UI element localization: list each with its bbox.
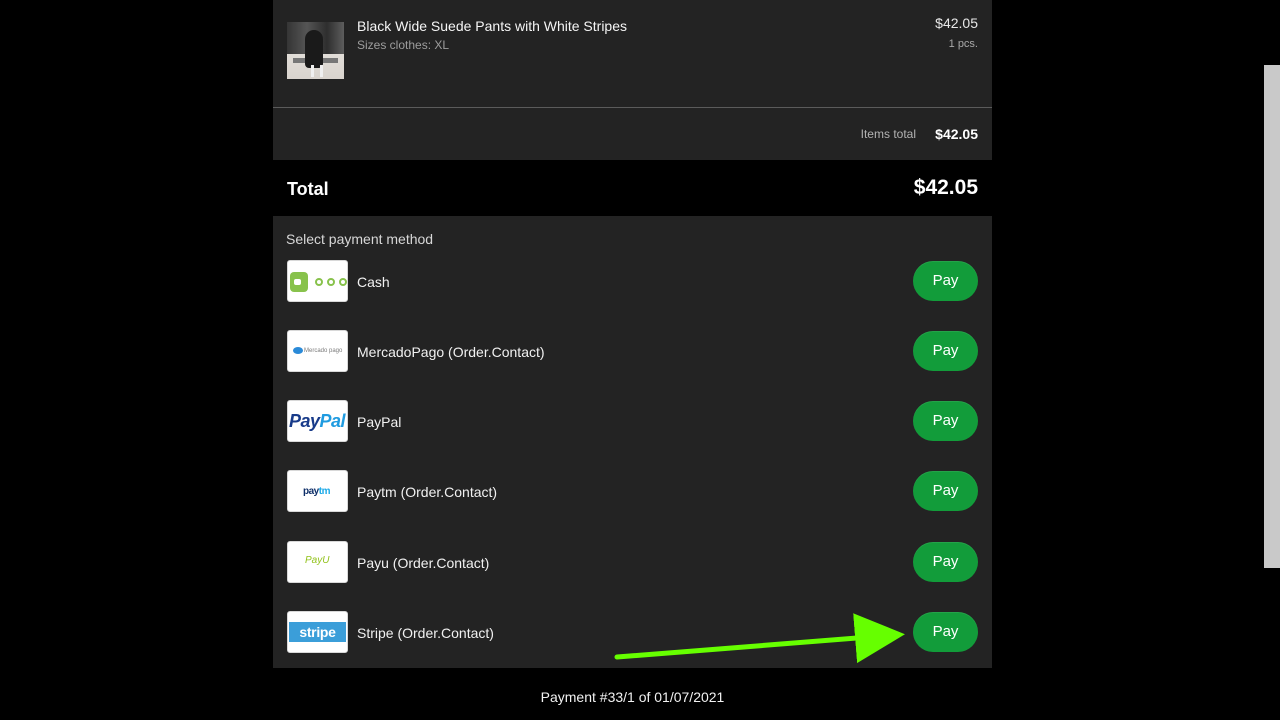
coin-icon <box>339 278 347 286</box>
product-quantity: 1 pcs. <box>948 38 978 50</box>
product-price: $42.05 <box>935 15 978 31</box>
total-row: Total $42.05 <box>273 160 992 216</box>
payment-method-mercadopago: Mercado pago MercadoPago (Order.Contact)… <box>273 330 992 374</box>
payu-logo: PayU <box>287 541 348 583</box>
payment-method-name: Stripe (Order.Contact) <box>357 625 494 641</box>
items-total-row: Items total $42.05 <box>273 108 992 160</box>
pay-button-stripe[interactable]: Pay <box>913 612 978 652</box>
product-size: Sizes clothes: XL <box>357 38 450 52</box>
handshake-icon <box>293 347 303 354</box>
payment-method-paytm: paytm Paytm (Order.Contact) Pay <box>273 470 992 514</box>
coin-icon <box>315 278 323 286</box>
coin-icon <box>327 278 335 286</box>
paytm-logo-pay: pay <box>303 486 319 497</box>
payment-method-title: Select payment method <box>286 231 434 247</box>
paytm-logo-tm: tm <box>318 486 331 497</box>
payment-method-name: Payu (Order.Contact) <box>357 555 490 571</box>
wallet-icon <box>290 272 308 292</box>
cash-logo-icon <box>287 260 348 302</box>
pay-button-payu[interactable]: Pay <box>913 542 978 582</box>
payment-method-name: Cash <box>357 274 390 290</box>
order-item-card: Black Wide Suede Pants with White Stripe… <box>273 0 992 108</box>
payment-method-stripe: stripe Stripe (Order.Contact) Pay <box>273 611 992 655</box>
product-image-striped-pants <box>311 65 323 77</box>
paytm-logo: paytm <box>287 470 348 512</box>
stripe-logo: stripe <box>287 611 348 653</box>
payu-logo-text: PayU <box>305 555 330 566</box>
product-image <box>287 22 344 79</box>
payment-method-name: PayPal <box>357 414 402 430</box>
total-value: $42.05 <box>913 176 978 199</box>
items-total-value: $42.05 <box>935 126 978 142</box>
payment-reference: Payment #33/1 of 01/07/2021 <box>540 689 725 705</box>
pay-button-cash[interactable]: Pay <box>913 261 978 301</box>
total-label: Total <box>287 179 329 199</box>
page-scrollbar[interactable] <box>1264 65 1280 568</box>
payment-method-name: MercadoPago (Order.Contact) <box>357 344 545 360</box>
paypal-logo-pay: Pay <box>289 411 320 431</box>
paypal-logo: PayPal <box>287 400 348 442</box>
paypal-logo-text: PayPal <box>289 410 346 432</box>
payment-method-payu: PayU Payu (Order.Contact) Pay <box>273 541 992 585</box>
payment-method-paypal: PayPal PayPal Pay <box>273 400 992 444</box>
mercado-pago-logo-text: Mercado pago <box>304 348 343 354</box>
payment-method-name: Paytm (Order.Contact) <box>357 484 498 500</box>
pay-button-paytm[interactable]: Pay <box>913 471 978 511</box>
pay-button-paypal[interactable]: Pay <box>913 401 978 441</box>
product-image-model <box>305 30 323 68</box>
payment-method-panel: Select payment method Cash Pay Mercado p… <box>273 216 992 668</box>
payment-method-cash: Cash Pay <box>273 260 992 304</box>
pay-button-mercadopago[interactable]: Pay <box>913 331 978 371</box>
product-name: Black Wide Suede Pants with White Stripe… <box>357 18 628 34</box>
mercado-pago-logo: Mercado pago <box>287 330 348 372</box>
paytm-logo-text: paytm <box>303 486 330 498</box>
paypal-logo-pal: Pal <box>319 411 346 431</box>
items-total-label: Items total <box>860 127 916 141</box>
stripe-logo-text: stripe <box>289 622 346 642</box>
